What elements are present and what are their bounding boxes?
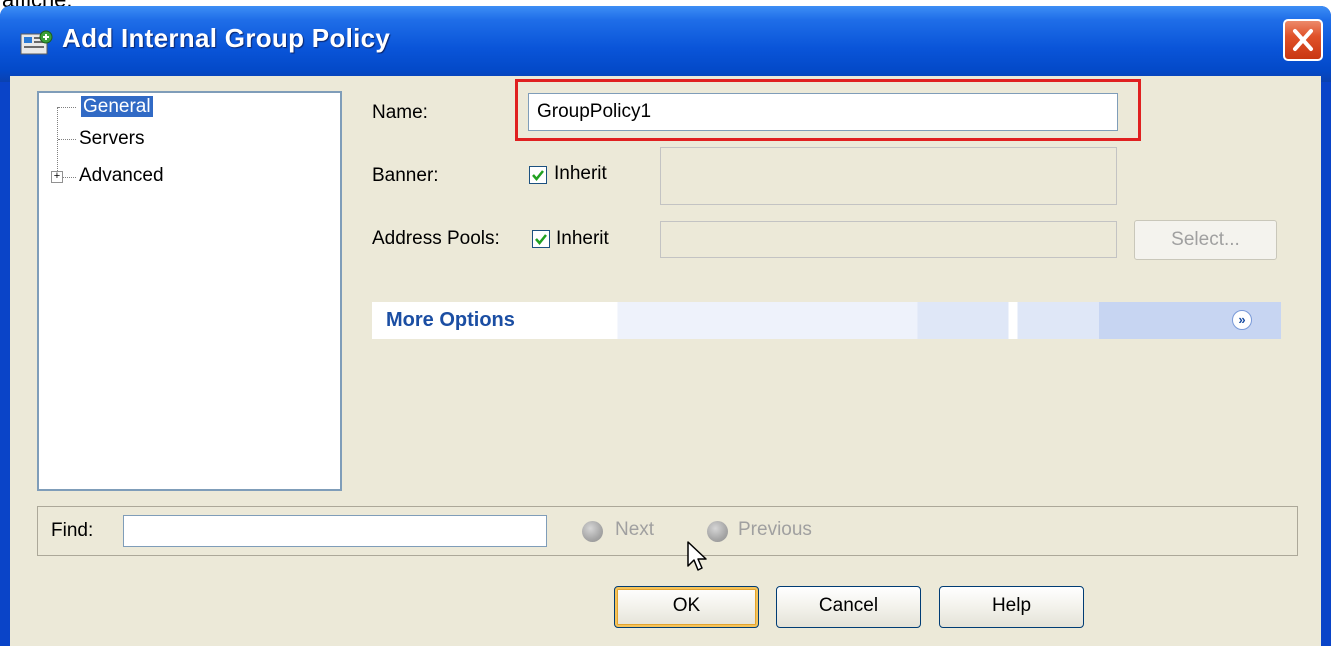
dialog-window: Add Internal Group Policy General Server… xyxy=(0,6,1331,646)
tree-connector xyxy=(58,107,76,108)
mouse-cursor-icon xyxy=(687,541,707,571)
dialog-body: General Servers + Advanced Name: Banner:… xyxy=(10,76,1321,646)
tree-connector xyxy=(57,107,58,179)
next-button[interactable]: Next xyxy=(615,519,654,541)
tree-item-label: General xyxy=(81,96,153,117)
tree-connector xyxy=(58,139,76,140)
close-button[interactable] xyxy=(1283,19,1323,61)
more-options-label: More Options xyxy=(386,309,515,331)
name-input[interactable] xyxy=(528,93,1118,131)
navigation-tree: General Servers + Advanced xyxy=(37,91,342,491)
next-icon xyxy=(582,521,603,542)
more-options-bar[interactable]: More Options » xyxy=(372,302,1281,339)
previous-button[interactable]: Previous xyxy=(738,519,812,541)
previous-icon xyxy=(707,521,728,542)
tree-item-advanced[interactable]: Advanced xyxy=(79,165,164,187)
tree-item-label: Servers xyxy=(79,128,145,149)
help-button[interactable]: Help xyxy=(939,586,1084,628)
tree-item-general[interactable]: General xyxy=(81,96,153,118)
select-button[interactable]: Select... xyxy=(1134,220,1277,260)
title-bar[interactable]: Add Internal Group Policy xyxy=(0,6,1331,82)
tree-item-label: Advanced xyxy=(79,165,164,186)
check-icon xyxy=(532,170,544,181)
group-policy-icon xyxy=(20,30,53,55)
banner-inherit-checkbox[interactable] xyxy=(529,166,547,184)
expand-icon[interactable]: + xyxy=(51,171,63,183)
address-pools-inherit-label: Inherit xyxy=(556,228,609,249)
address-pools-inherit-checkbox[interactable] xyxy=(532,230,550,248)
chevron-double-down-icon[interactable]: » xyxy=(1232,310,1252,330)
find-label: Find: xyxy=(51,520,94,541)
banner-label: Banner: xyxy=(372,165,439,186)
address-pools-label: Address Pools: xyxy=(372,228,500,249)
banner-inherit-label: Inherit xyxy=(554,163,607,184)
find-bar: Find: Next Previous xyxy=(37,506,1298,556)
tree-item-servers[interactable]: Servers xyxy=(79,128,144,150)
name-label: Name: xyxy=(372,102,428,123)
check-icon xyxy=(535,234,547,245)
find-input[interactable] xyxy=(123,515,547,547)
cancel-button[interactable]: Cancel xyxy=(776,586,921,628)
dialog-title: Add Internal Group Policy xyxy=(62,23,391,53)
address-pools-field xyxy=(660,221,1117,258)
close-icon xyxy=(1293,29,1313,51)
ok-button[interactable]: OK xyxy=(614,586,759,628)
banner-field xyxy=(660,147,1117,205)
